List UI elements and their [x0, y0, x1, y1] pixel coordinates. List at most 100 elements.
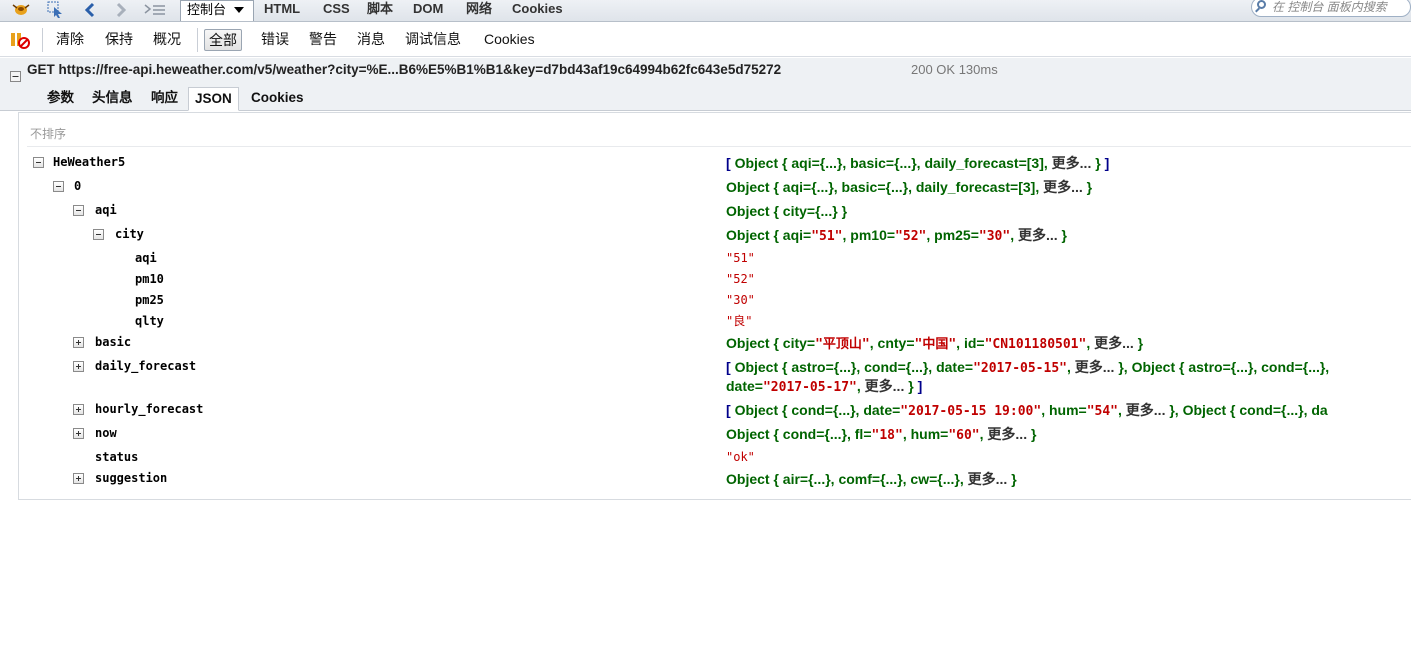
expand-icon[interactable] — [73, 428, 84, 439]
more-link[interactable]: 更多... — [1126, 402, 1170, 418]
object-token: astro={...}, — [791, 359, 865, 375]
clear-button[interactable]: 清除 — [52, 29, 88, 51]
expand-icon[interactable] — [73, 337, 84, 348]
tab-cookies-detail[interactable]: Cookies — [245, 87, 310, 111]
inspect-pointer-icon[interactable] — [46, 0, 66, 20]
tree-row[interactable]: aqi Object { city={...} } — [19, 202, 1411, 224]
tree-row[interactable]: aqi "51" — [19, 250, 1411, 272]
more-link[interactable]: 更多... — [1094, 335, 1138, 351]
collapse-icon[interactable] — [53, 181, 64, 192]
object-token: Object { — [734, 359, 792, 375]
expand-icon[interactable] — [73, 473, 84, 484]
filter-cookies-button[interactable]: Cookies — [480, 29, 539, 51]
object-token: hum= — [1048, 402, 1087, 418]
more-link[interactable]: 更多... — [987, 426, 1031, 442]
more-link[interactable]: 更多... — [1018, 227, 1062, 243]
tree-row[interactable]: pm10 "52" — [19, 271, 1411, 293]
array-bracket: ] — [1104, 155, 1110, 171]
tree-row[interactable]: pm25 "30" — [19, 292, 1411, 314]
json-viewer: 不排序 HeWeather5 [ Object { aqi={...}, bas… — [18, 112, 1411, 500]
object-token: cw={...}, — [910, 471, 968, 487]
search-input[interactable]: 在 控制台 面板内搜索 — [1251, 0, 1411, 17]
more-link[interactable]: 更多... — [1075, 359, 1119, 375]
tab-script[interactable]: 脚本 — [361, 0, 399, 21]
console-toolbar: 清除 保持 概况 全部 错误 警告 消息 调试信息 Cookies — [0, 22, 1411, 57]
tab-css[interactable]: CSS — [317, 0, 356, 21]
object-token: } — [1095, 155, 1105, 171]
back-arrow-icon[interactable] — [81, 0, 99, 20]
tree-row[interactable]: suggestion Object { air={...}, comf={...… — [19, 470, 1411, 492]
object-token: cond={...}, — [1261, 359, 1330, 375]
pause-icon[interactable] — [10, 31, 30, 52]
object-token: aqi= — [782, 227, 812, 243]
profile-button[interactable]: 概况 — [149, 29, 185, 51]
tree-row[interactable]: hourly_forecast [ Object { cond={...}, d… — [19, 401, 1411, 423]
tree-value: [ Object { cond={...}, date="2017-05-15 … — [726, 401, 1328, 421]
request-row[interactable]: GET https://free-api.heweather.com/v5/we… — [0, 58, 1411, 84]
tree-row[interactable]: now Object { cond={...}, fl="18", hum="6… — [19, 425, 1411, 447]
tree-key: suggestion — [95, 471, 168, 485]
object-token: } — [1061, 227, 1067, 243]
string-literal: "2017-05-17" — [762, 380, 857, 395]
tab-headers[interactable]: 头信息 — [86, 87, 139, 111]
tab-params[interactable]: 参数 — [41, 87, 80, 111]
object-token: comf={...}, — [838, 471, 911, 487]
tab-html[interactable]: HTML — [258, 0, 306, 21]
object-token: } — [1030, 426, 1037, 442]
object-token: , — [1066, 359, 1075, 375]
collapse-icon[interactable] — [93, 229, 104, 240]
expand-icon[interactable] — [73, 404, 84, 415]
expand-icon[interactable] — [73, 361, 84, 372]
string-literal: "平顶山" — [815, 337, 870, 352]
toolbar-separator — [197, 28, 198, 52]
object-token: Object { — [734, 402, 792, 418]
filter-info-button[interactable]: 消息 — [353, 29, 389, 51]
object-token: }, — [1118, 359, 1132, 375]
more-link[interactable]: 更多... — [968, 471, 1012, 487]
firebug-bug-icon[interactable] — [10, 0, 32, 20]
collapse-icon[interactable] — [33, 157, 44, 168]
tree-value: [ Object { astro={...}, cond={...}, date… — [726, 358, 1329, 378]
collapse-icon[interactable] — [73, 205, 84, 216]
more-link[interactable]: 更多... — [865, 378, 909, 394]
sort-toggle[interactable]: 不排序 — [30, 125, 66, 142]
tab-console[interactable]: 控制台 — [180, 0, 254, 21]
tab-json[interactable]: JSON — [188, 87, 239, 111]
request-status: 200 OK 130ms — [911, 62, 998, 77]
tab-cookies[interactable]: Cookies — [506, 0, 569, 21]
tree-value: Object { cond={...}, fl="18", hum="60", … — [726, 425, 1036, 445]
more-link[interactable]: 更多... — [1052, 155, 1096, 171]
tree-value-continued: date="2017-05-17", 更多... } ] — [726, 377, 922, 397]
string-literal: "52" — [895, 229, 927, 244]
filter-warnings-button[interactable]: 警告 — [305, 29, 341, 51]
tree-key: 0 — [74, 179, 82, 193]
tree-key: basic — [95, 335, 132, 349]
object-token: Object { — [726, 426, 783, 442]
filter-debug-button[interactable]: 调试信息 — [401, 29, 465, 51]
command-line-icon[interactable] — [143, 0, 167, 20]
tree-row[interactable]: status "ok" — [19, 449, 1411, 471]
string-literal: "54" — [1086, 404, 1119, 419]
tree-key: pm25 — [135, 293, 164, 307]
filter-all-button[interactable]: 全部 — [204, 29, 242, 51]
more-link[interactable]: 更多... — [1043, 179, 1087, 195]
tab-net[interactable]: 网络 — [460, 0, 498, 21]
object-token: Object { — [726, 227, 783, 243]
object-token: daily_forecast=[3], — [915, 179, 1044, 195]
tree-row[interactable]: city Object { aqi="51", pm10="52", pm25=… — [19, 226, 1411, 248]
tree-row[interactable]: 0 Object { aqi={...}, basic={...}, daily… — [19, 178, 1411, 200]
forward-arrow-icon[interactable] — [112, 0, 130, 20]
persist-button[interactable]: 保持 — [101, 29, 137, 51]
array-bracket: ] — [917, 378, 923, 394]
tree-value: "良" — [726, 314, 753, 328]
tree-row[interactable]: qlty "良" — [19, 313, 1411, 335]
tree-row[interactable]: basic Object { city="平顶山", cnty="中国", id… — [19, 334, 1411, 356]
filter-errors-button[interactable]: 错误 — [257, 29, 293, 51]
request-url[interactable]: GET https://free-api.heweather.com/v5/we… — [27, 58, 781, 82]
tab-dom[interactable]: DOM — [407, 0, 449, 21]
tree-row[interactable]: HeWeather5 [ Object { aqi={...}, basic={… — [19, 154, 1411, 176]
object-token: id= — [963, 335, 985, 351]
tree-row[interactable]: daily_forecast [ Object { astro={...}, c… — [19, 358, 1411, 398]
string-literal: "2017-05-15" — [973, 361, 1067, 376]
tab-response[interactable]: 响应 — [145, 87, 184, 111]
